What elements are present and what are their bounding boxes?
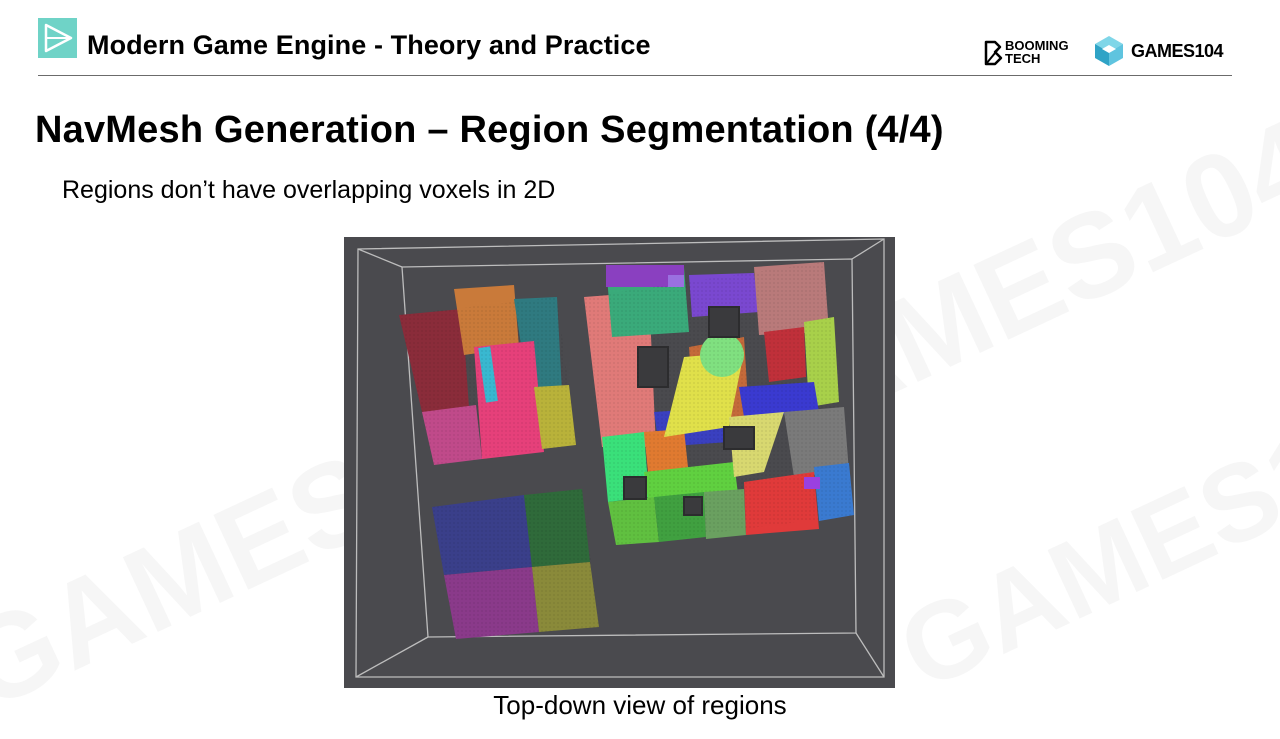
watermark-games104: GAMES104 [881, 352, 1280, 715]
bullet-text: Regions don’t have overlapping voxels in… [62, 176, 556, 204]
room-bottom-left [432, 489, 599, 639]
games-cube-icon [1095, 36, 1123, 66]
games104-logo: GAMES104 [1092, 34, 1234, 70]
booming-tech-logo: BOOMING TECH [983, 38, 1083, 68]
course-title: Modern Game Engine - Theory and Practice [87, 30, 651, 60]
header-divider [38, 75, 1232, 76]
figure-caption: Top-down view of regions [493, 690, 787, 720]
booming-b-icon [984, 40, 1003, 66]
room-right [584, 262, 854, 545]
play-triangle-icon [38, 18, 77, 58]
region-segmentation-image [344, 237, 895, 688]
booming-text: BOOMING TECH [1005, 39, 1083, 65]
games104-text: GAMES104 [1131, 41, 1224, 61]
slide-title: NavMesh Generation – Region Segmentation… [35, 109, 944, 151]
booming-line2: TECH [1005, 51, 1041, 66]
